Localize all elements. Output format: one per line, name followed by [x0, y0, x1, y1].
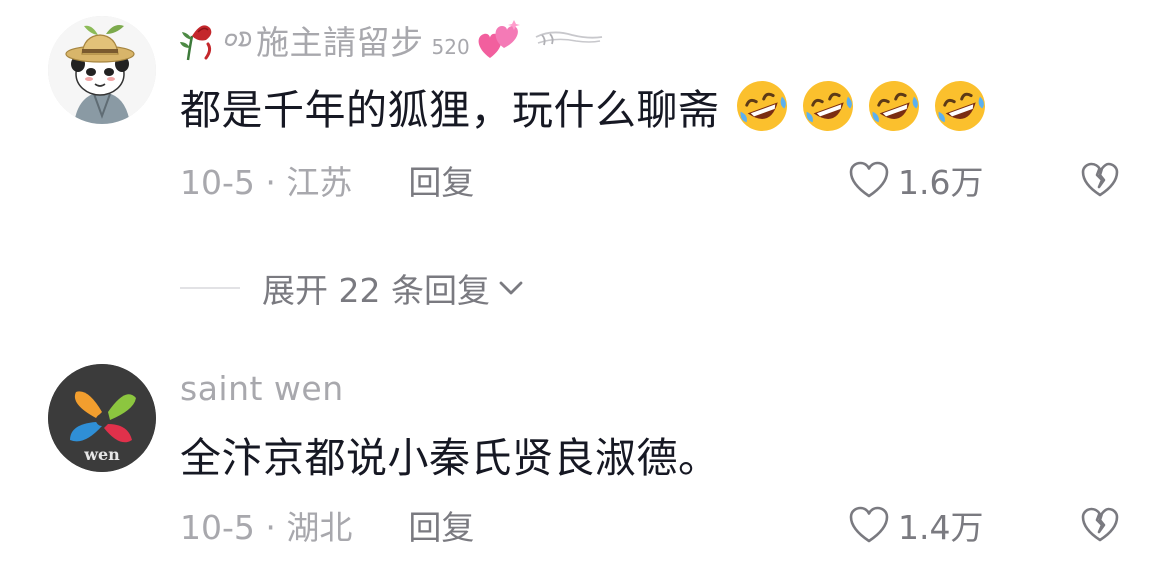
dislike-button[interactable] — [1078, 503, 1122, 547]
like-count: 1.4万 — [898, 508, 984, 547]
comment-meta-row: 10-5 · 江苏 回复 — [180, 158, 474, 202]
rofl-emoji-icon — [802, 81, 853, 131]
comment-text-row: 全汴京都说小秦氏贤良淑德。 — [180, 424, 720, 484]
reply-button[interactable]: 回复 — [408, 156, 474, 204]
avatar[interactable]: wen — [48, 364, 156, 472]
rofl-emoji-icon — [868, 81, 919, 131]
broken-heart-icon — [1081, 162, 1119, 197]
reply-button[interactable]: 回复 — [408, 501, 474, 549]
emoji-group — [724, 78, 988, 134]
heart-outline-icon — [849, 161, 889, 198]
heart-outline-icon — [849, 506, 889, 543]
panda-straw-hat-avatar-icon — [48, 16, 156, 124]
comment-text: 全汴京都说小秦氏贤良淑德。 — [180, 434, 720, 482]
comment-meta-row: 10-5 · 湖北 回复 — [180, 503, 474, 547]
expand-replies-button[interactable]: 展开 22 条回复 — [180, 266, 526, 310]
date-location: 10-5 · 湖北 — [180, 508, 353, 547]
wen-logo-avatar-icon: wen — [48, 364, 156, 472]
sparkling-hearts-icon — [474, 18, 522, 62]
username[interactable]: saint wen — [180, 369, 344, 408]
like-button[interactable]: 1.4万 — [848, 503, 983, 547]
expand-divider-line — [180, 287, 240, 289]
wilted-rose-icon — [180, 18, 220, 62]
swoosh-icon — [532, 25, 604, 55]
rofl-emoji-icon — [736, 81, 787, 131]
rofl-emoji-icon — [934, 81, 985, 131]
badge-number: 520 — [431, 35, 470, 59]
comment-text-row: 都是千年的狐狸，玩什么聊斋 — [180, 76, 988, 136]
comment-text: 都是千年的狐狸，玩什么聊斋 — [180, 86, 720, 134]
date-location: 10-5 · 江苏 — [180, 163, 353, 202]
broken-heart-icon — [1081, 507, 1119, 542]
like-count: 1.6万 — [898, 163, 984, 202]
decorative-symbol-icon — [222, 25, 256, 55]
avatar[interactable] — [48, 16, 156, 124]
username-row: saint wen — [180, 364, 344, 412]
username[interactable]: 施主請留步 — [256, 16, 424, 64]
username-row: 施主請留步 520 — [180, 16, 604, 64]
expand-replies-label: 展开 22 条回复 — [262, 271, 490, 310]
like-button[interactable]: 1.6万 — [848, 158, 983, 202]
svg-text:wen: wen — [83, 445, 120, 464]
dislike-button[interactable] — [1078, 158, 1122, 202]
chevron-down-icon — [499, 281, 523, 295]
